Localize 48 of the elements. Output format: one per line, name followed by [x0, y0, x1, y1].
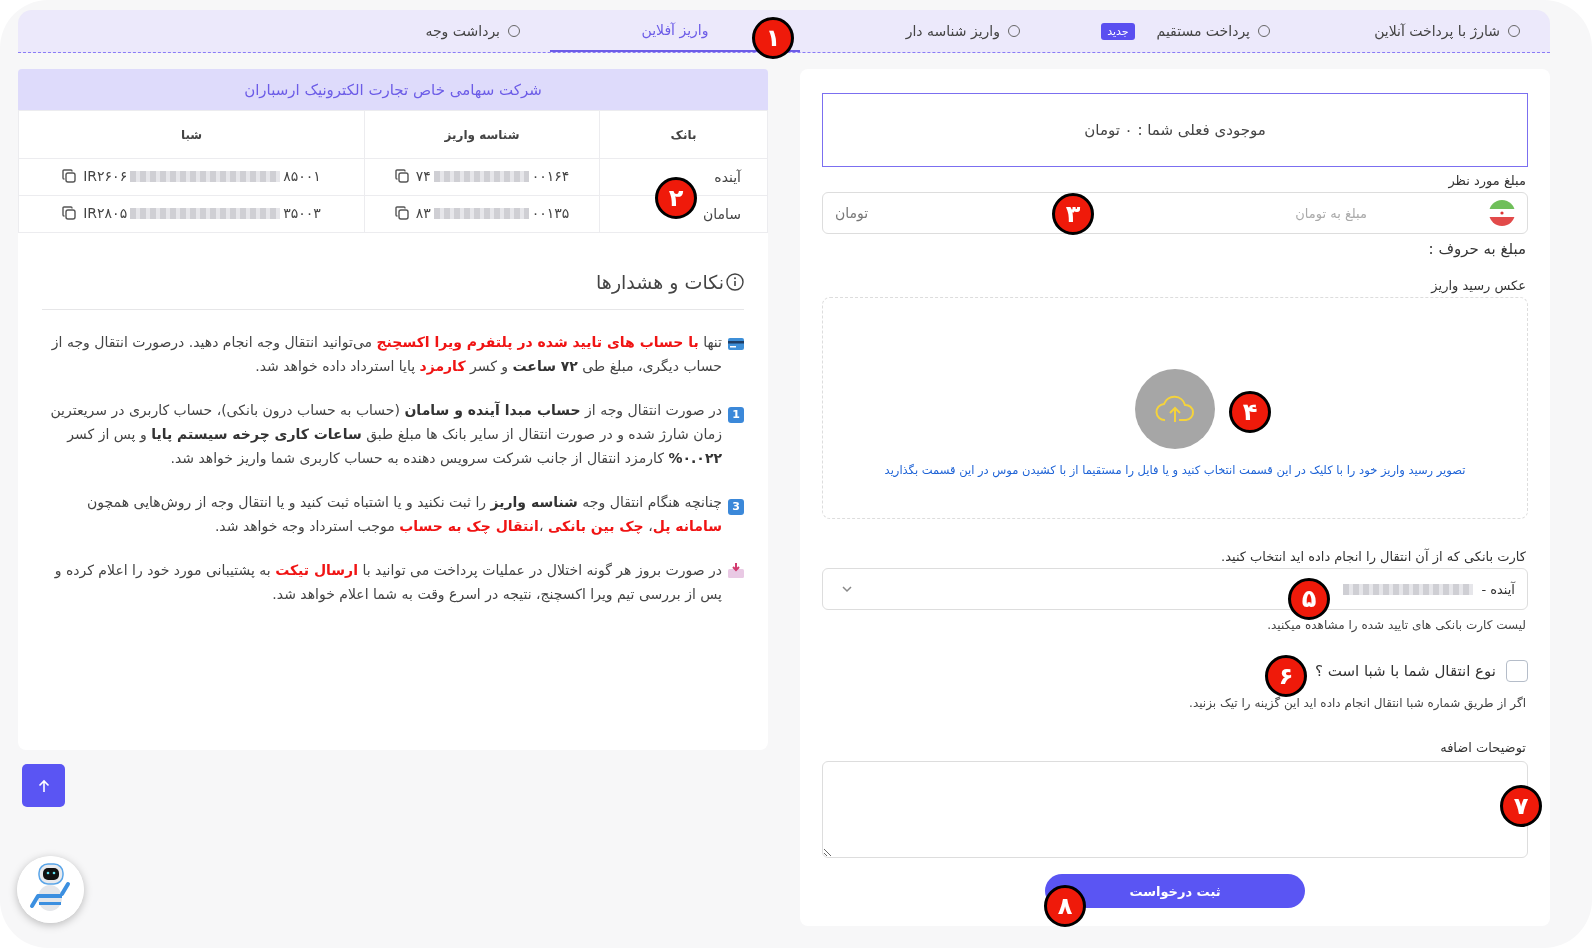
column-header: شناسه واریز: [364, 110, 600, 159]
deposit-id-end: ۰۰۱۶۴: [531, 168, 570, 184]
amount-in-words-label: مبلغ به حروف :: [1427, 240, 1526, 258]
note-paragraph: در صورت بروز هر گونه اختلال در عملیات پرداخت می توانید با ارسال تیکت به پشتیبانی مورد خود را اعلام کرده و پس از بررسی تیم ویرا اکسچنج، نتیجه در اسرع وقت به شما اعلام خواهد شد.: [53, 561, 722, 605]
copy-icon[interactable]: [62, 206, 77, 220]
balance-text: موجودی فعلی شما : ۰ تومان: [1084, 121, 1266, 139]
flag-icon: [1489, 200, 1515, 226]
tab[interactable]: واریز شناسه دار: [800, 10, 1050, 52]
company-name: شرکت سهامی خاص تجارت الکترونیک ارسباران: [244, 80, 542, 99]
field-label: کارت بانکی که از آن انتقال را انجام داده اید انتخاب کنید.: [1220, 549, 1526, 564]
deposit-id-start: ۸۳: [415, 205, 431, 221]
sheba-end: ۸۵۰۰۱: [283, 168, 321, 184]
sheba-end: ۳۵۰۰۳: [283, 205, 321, 221]
note-paragraph: تنها با حساب های تایید شده در پلتفرم ویرا اکسچنج می‌توانید انتقال وجه انجام دهید. درصورت انتقال وجه از حساب دیگری، مبلغ طی ۷۲ ساعت و کسر کارمزد پایا استرداد داده خواهد شد.: [50, 333, 722, 377]
scroll-to-top-button[interactable]: [22, 764, 65, 807]
checkbox[interactable]: [1506, 660, 1528, 682]
field-label: عکس رسید واریز: [1429, 278, 1526, 293]
deposit-id-end: ۰۰۱۳۵: [531, 205, 570, 221]
sheba-start: IR۲۶۰۶: [83, 168, 128, 184]
unit-label: تومان: [835, 205, 869, 221]
tab[interactable]: برداشت وجه: [300, 10, 550, 52]
keycap-number: 3: [728, 499, 744, 515]
upload-hint: تصویر رسید واریز خود را با کلیک در این قسمت انتخاب کنید و یا فایل را مستقیما از با کشیدن موس در این قسمت بگذارید: [884, 463, 1466, 477]
new-badge: جدید: [1101, 22, 1135, 40]
copy-icon[interactable]: [62, 169, 77, 183]
copy-icon[interactable]: [394, 206, 409, 220]
arrow-up-icon: [37, 778, 50, 793]
notes-title: نکات و هشدارها: [596, 271, 724, 293]
info-icon: [726, 273, 744, 291]
copy-icon[interactable]: [394, 169, 409, 183]
help-text: اگر از طریق شماره شبا انتقال انجام داده اید این گزینه را تیک بزنید.: [1188, 696, 1526, 710]
note-paragraph: در صورت انتقال وجه از حساب مبدا آینده و سامان (حساب به حساب درون بانکی)، حساب کاربری در سریعترین زمان شارژ شده و در صورت انتقال از سایر بانک ها مبلغ طبق ساعات کاری چرخه سیستم پایا و پس از کسر ۰.۰۲۲% کارمزد انتقال از جانب شرکت سرویس دهنده به حساب کاربری شما واریز خواهد شد.: [49, 400, 722, 469]
note-paragraph: چنانچه هنگام انتقال وجه شناسه واریز را ثبت نکنید و یا اشتباه ثبت کنید و یا انتقال وجه از روش‌هایی همچون سامانه پل، چک بین بانکی ،انتقال چک به حساب موجب استرداد وجه خواهد شد.: [86, 493, 722, 537]
chevron-down-icon: [841, 585, 853, 593]
column-header: بانک: [599, 110, 768, 159]
tab[interactable]: پرداخت مستقیم جدید: [1050, 10, 1300, 52]
deposit-id-start: ۷۴: [415, 168, 431, 184]
keycap-number: 1: [728, 407, 744, 423]
column-header: شبا: [18, 110, 365, 159]
credit-card-icon: [728, 338, 744, 350]
robot-assistant-drawing[interactable]: [17, 856, 84, 923]
tab[interactable]: شارژ با پرداخت آنلاین: [1300, 10, 1550, 52]
field-label: توضیحات اضافه: [1439, 740, 1526, 755]
help-text: لیست کارت بانکی های تایید شده را مشاهده میکنید.: [1266, 618, 1526, 632]
checkbox-label: نوع انتقال شما با شبا است ؟: [1314, 662, 1496, 680]
inbox-tray-icon: [728, 562, 744, 578]
sheba-start: IR۲۸۰۵: [83, 205, 128, 221]
field-label: مبلغ مورد نظر: [1447, 173, 1526, 188]
